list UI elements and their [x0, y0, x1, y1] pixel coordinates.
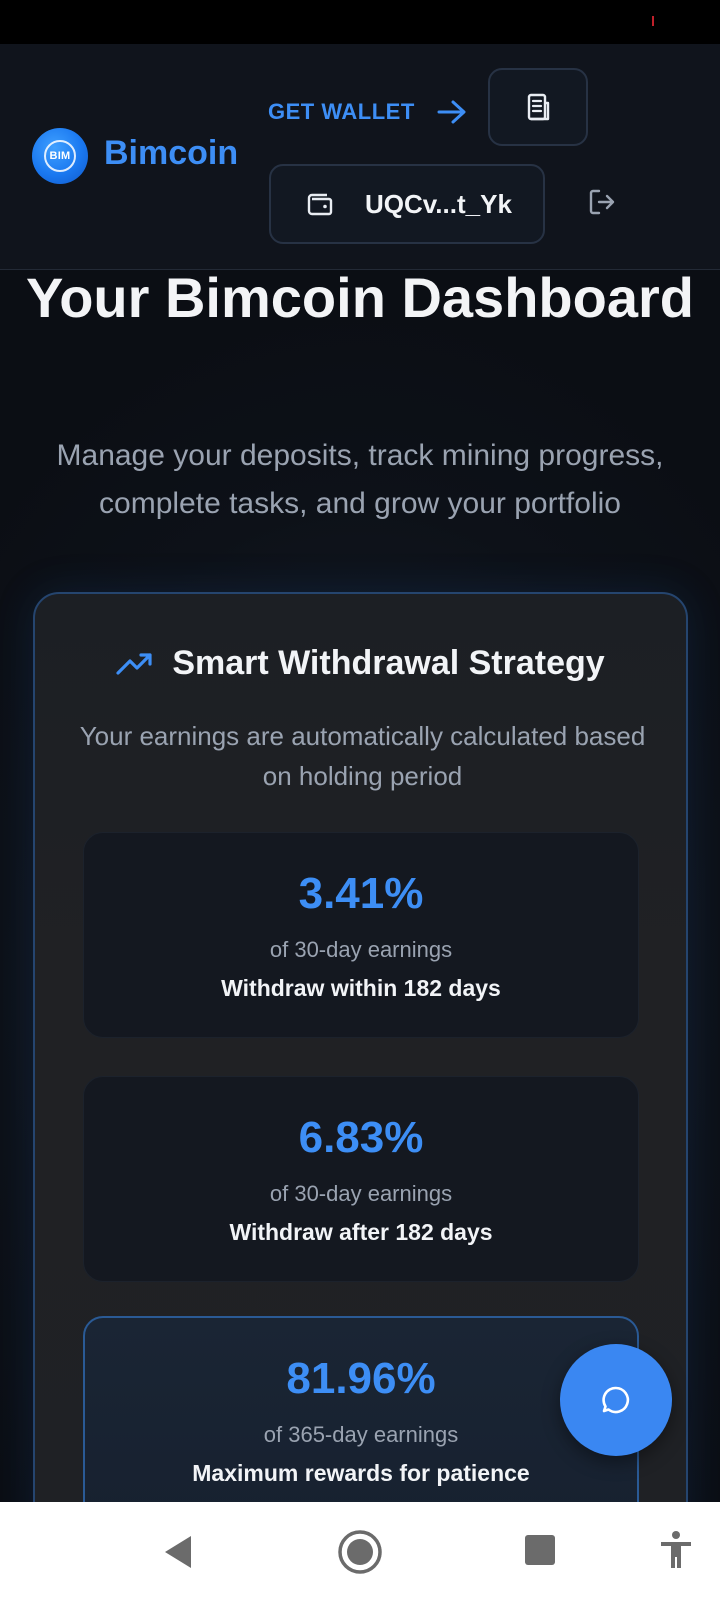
tier-percent: 3.41%	[298, 869, 424, 918]
chat-icon	[602, 1386, 630, 1414]
logout-icon	[589, 189, 615, 215]
tier-label: of 365-day earnings	[263, 1422, 459, 1447]
document-button[interactable]	[488, 68, 588, 146]
tier-label: of 30-day earnings	[269, 1181, 453, 1206]
brand-name[interactable]: Bimcoin	[104, 134, 238, 173]
home-icon	[338, 1530, 382, 1574]
accessibility-button[interactable]	[656, 1528, 696, 1572]
tier-card-3: 81.96% of 365-day earnings Maximum rewar…	[83, 1316, 639, 1502]
status-indicator	[652, 16, 654, 26]
tier-note: Withdraw after 182 days	[229, 1219, 493, 1245]
system-navigation-bar	[0, 1502, 720, 1600]
tier-card-1: 3.41% of 30-day earnings Withdraw within…	[83, 832, 639, 1038]
chat-button[interactable]	[560, 1344, 672, 1456]
page-title: Your Bimcoin Dashboard	[26, 266, 694, 329]
status-bar	[0, 0, 720, 44]
back-icon	[165, 1536, 191, 1568]
accessibility-icon	[661, 1531, 691, 1568]
tier-percent: 6.83%	[298, 1113, 424, 1162]
header: BIM Bimcoin GET WALLET UQCv...t_Yk	[0, 44, 720, 270]
wallet-address-button[interactable]: UQCv...t_Yk	[269, 164, 545, 244]
card-header: Smart Withdrawal Strategy	[35, 644, 686, 683]
card-title: Smart Withdrawal Strategy	[172, 644, 605, 682]
wallet-icon	[307, 193, 333, 216]
page-subtitle: Manage your deposits, track mining progr…	[56, 439, 664, 520]
tier-label: of 30-day earnings	[269, 937, 453, 962]
card-description: Your earnings are automatically calculat…	[79, 721, 646, 791]
tier-percent: 81.96%	[286, 1354, 436, 1403]
nav-home-button[interactable]	[336, 1528, 384, 1576]
tier-note: Maximum rewards for patience	[192, 1460, 530, 1486]
wallet-address: UQCv...t_Yk	[365, 188, 512, 219]
document-icon	[527, 93, 550, 121]
logo-text: BIM	[44, 140, 76, 172]
arrow-right-icon	[437, 100, 466, 124]
nav-recents-button[interactable]	[522, 1532, 558, 1568]
get-wallet-label: GET WALLET	[268, 99, 415, 124]
bimcoin-logo[interactable]: BIM	[32, 128, 88, 184]
recents-icon	[525, 1535, 555, 1565]
trending-up-icon	[116, 652, 152, 675]
tier-card-2: 6.83% of 30-day earnings Withdraw after …	[83, 1076, 639, 1282]
tier-note: Withdraw within 182 days	[221, 975, 501, 1001]
app-screen: BIM Bimcoin GET WALLET UQCv...t_Yk Your …	[0, 44, 720, 1502]
logout-button[interactable]	[584, 184, 620, 220]
get-wallet-link[interactable]: GET WALLET	[268, 92, 467, 132]
nav-back-button[interactable]	[156, 1530, 200, 1574]
